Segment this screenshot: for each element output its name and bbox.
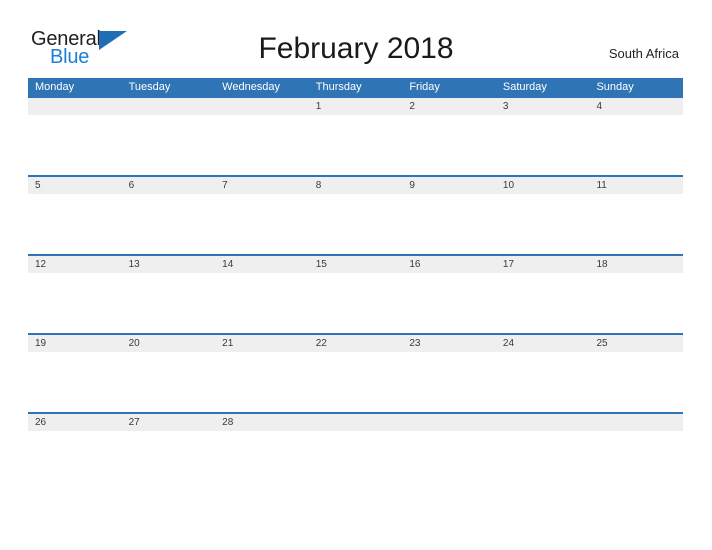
week-date-band: 12 13 14 15 16 17 18 (28, 256, 683, 273)
page-header: General Blue February 2018 South Africa (0, 0, 712, 78)
week-note-area[interactable] (28, 194, 683, 254)
week-row: 12 13 14 15 16 17 18 (28, 254, 683, 333)
week-row: 19 20 21 22 23 24 25 (28, 333, 683, 412)
week-date-band: 19 20 21 22 23 24 25 (28, 335, 683, 352)
day-cell[interactable]: 26 (28, 414, 122, 431)
week-date-band: 5 6 7 8 9 10 11 (28, 177, 683, 194)
day-cell[interactable]: 20 (122, 335, 216, 352)
calendar-grid: Monday Tuesday Wednesday Thursday Friday… (28, 78, 683, 491)
day-cell[interactable]: 22 (309, 335, 403, 352)
day-cell[interactable] (402, 414, 496, 431)
week-note-area[interactable] (28, 352, 683, 412)
day-cell[interactable] (589, 414, 683, 431)
week-date-band: 1 2 3 4 (28, 98, 683, 115)
day-cell[interactable]: 19 (28, 335, 122, 352)
weekday-header-saturday: Saturday (502, 81, 547, 93)
day-cell[interactable]: 12 (28, 256, 122, 273)
day-cell[interactable]: 14 (215, 256, 309, 273)
day-cell[interactable]: 23 (402, 335, 496, 352)
page-title: February 2018 (258, 32, 454, 65)
day-cell[interactable]: 16 (402, 256, 496, 273)
weekday-header-friday: Friday (409, 81, 440, 93)
day-cell[interactable] (309, 414, 403, 431)
day-cell[interactable]: 9 (402, 177, 496, 194)
day-cell[interactable]: 6 (122, 177, 216, 194)
week-note-area[interactable] (28, 115, 683, 175)
day-cell[interactable]: 11 (589, 177, 683, 194)
week-note-area[interactable] (28, 273, 683, 333)
week-date-band: 26 27 28 (28, 414, 683, 431)
day-cell[interactable]: 27 (122, 414, 216, 431)
day-cell[interactable]: 13 (122, 256, 216, 273)
day-cell[interactable]: 15 (309, 256, 403, 273)
day-cell[interactable] (122, 98, 216, 115)
weekday-header-row: Monday Tuesday Wednesday Thursday Friday… (28, 78, 683, 96)
day-cell[interactable] (496, 414, 590, 431)
weekday-header-tuesday: Tuesday (128, 81, 171, 93)
day-cell[interactable]: 3 (496, 98, 590, 115)
weekday-header-thursday: Thursday (315, 81, 362, 93)
day-cell[interactable]: 24 (496, 335, 590, 352)
day-cell[interactable]: 4 (589, 98, 683, 115)
day-cell[interactable]: 21 (215, 335, 309, 352)
week-row: 5 6 7 8 9 10 11 (28, 175, 683, 254)
day-cell[interactable]: 17 (496, 256, 590, 273)
weekday-header-monday: Monday (35, 81, 75, 93)
day-cell[interactable]: 1 (309, 98, 403, 115)
day-cell[interactable]: 7 (215, 177, 309, 194)
weekday-header-sunday: Sunday (596, 81, 634, 93)
day-cell[interactable]: 18 (589, 256, 683, 273)
day-cell[interactable] (28, 98, 122, 115)
day-cell[interactable]: 8 (309, 177, 403, 194)
day-cell[interactable]: 25 (589, 335, 683, 352)
day-cell[interactable]: 28 (215, 414, 309, 431)
week-row: 26 27 28 (28, 412, 683, 491)
day-cell[interactable]: 10 (496, 177, 590, 194)
week-note-area[interactable] (28, 431, 683, 491)
day-cell[interactable]: 2 (402, 98, 496, 115)
week-row: 1 2 3 4 (28, 96, 683, 175)
day-cell[interactable] (215, 98, 309, 115)
day-cell[interactable]: 5 (28, 177, 122, 194)
weekday-header-wednesday: Wednesday (222, 81, 281, 93)
locale-label: South Africa (608, 46, 679, 61)
